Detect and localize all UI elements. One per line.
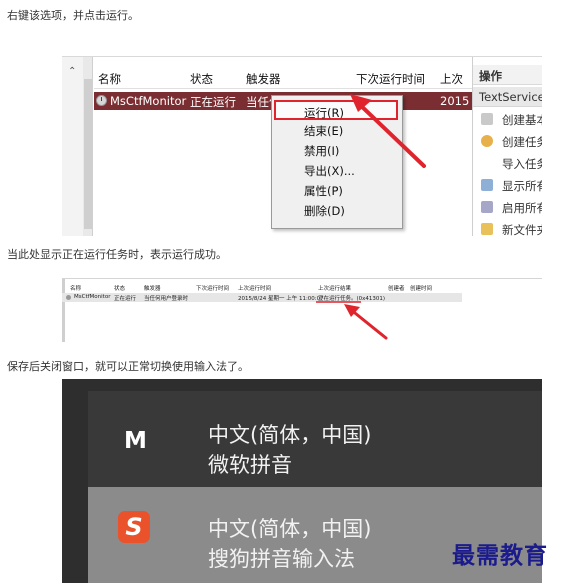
task-name: MsCtfMonitor	[74, 294, 111, 300]
col-name: 名称	[70, 286, 82, 292]
caption-step1: 右键该选项，并点击运行。	[7, 9, 139, 22]
ime-method: 微软拼音	[208, 453, 292, 477]
folder-icon	[481, 223, 493, 235]
action-import-task[interactable]: 导入任务	[473, 153, 542, 173]
menu-item-disable[interactable]: 禁用(I)	[272, 140, 402, 160]
col-creator: 创建者	[388, 286, 405, 292]
microsoft-pinyin-icon: M	[124, 428, 147, 454]
collapse-caret-icon[interactable]: ⌃	[68, 66, 76, 77]
table-row[interactable]: MsCtfMonitor 正在运行 当任何用户登录时 2015/8/24 星期一…	[62, 293, 462, 302]
ime-language: 中文(简体，中国)	[208, 517, 372, 541]
actions-panel: 操作 TextServicesF 创建基本 创建任务 导入任务 显示所有 启用所…	[472, 57, 542, 236]
create-task-icon	[481, 135, 493, 147]
action-new-folder[interactable]: 新文件夹	[473, 219, 542, 236]
actions-selected-label: TextServicesF	[479, 90, 542, 104]
task-running-screenshot: 名称 状态 触发器 下次运行时间 上次运行时间 上次运行结果 创建者 创建时间 …	[62, 278, 542, 342]
menu-item-end-label: 结束(E)	[304, 124, 344, 138]
col-trigger[interactable]: 触发器	[246, 71, 281, 87]
context-menu: 运行(R) 结束(E) 禁用(I) 导出(X)... 属性(P) 删除(D)	[271, 95, 403, 229]
col-last-result: 上次运行结果	[318, 286, 352, 292]
actions-selected-folder[interactable]: TextServicesF	[473, 87, 542, 107]
action-label: 显示所有	[502, 179, 542, 193]
actions-panel-header: 操作	[473, 65, 542, 85]
action-create-basic-task[interactable]: 创建基本	[473, 109, 542, 129]
show-all-icon	[481, 179, 493, 191]
scrollbar-thumb[interactable]	[84, 79, 92, 229]
enable-all-icon	[481, 201, 493, 213]
task-last-run: 2015	[440, 94, 470, 108]
menu-item-properties[interactable]: 属性(P)	[272, 180, 402, 200]
task-last-run: 2015/8/24 星期一 上午 11:00:07	[238, 296, 324, 302]
caption-step2: 当此处显示正在运行任务时，表示运行成功。	[7, 248, 227, 261]
ime-item-microsoft-pinyin[interactable]: M 中文(简体，中国) 微软拼音	[88, 391, 542, 487]
menu-item-run-label: 运行(R)	[304, 106, 344, 120]
col-next-run[interactable]: 下次运行时间	[356, 71, 425, 87]
action-create-task[interactable]: 创建任务	[473, 131, 542, 151]
menu-item-end[interactable]: 结束(E)	[272, 120, 402, 140]
actions-title: 操作	[479, 69, 502, 83]
task-trigger: 当任何用户登录时	[144, 296, 189, 302]
menu-item-delete[interactable]: 删除(D)	[272, 200, 402, 220]
watermark: 最需教育	[452, 542, 548, 569]
col-created: 创建时间	[410, 286, 433, 292]
menu-item-export-label: 导出(X)...	[304, 164, 355, 178]
task-name: MsCtfMonitor	[110, 94, 187, 108]
col-status[interactable]: 状态	[190, 71, 213, 87]
col-name[interactable]: 名称	[98, 71, 121, 87]
task-clock-icon	[66, 295, 71, 300]
small-table-header: 名称 状态 触发器 下次运行时间 上次运行时间 上次运行结果 创建者 创建时间	[62, 284, 542, 293]
menu-item-properties-label: 属性(P)	[304, 184, 343, 198]
menu-item-run[interactable]: 运行(R)	[274, 100, 398, 120]
task-table-header: 名称 状态 触发器 下次运行时间 上次	[94, 67, 474, 89]
sogou-icon: S	[118, 511, 150, 543]
menu-item-delete-label: 删除(D)	[304, 204, 345, 218]
create-basic-task-icon	[481, 113, 493, 125]
menu-item-export[interactable]: 导出(X)...	[272, 160, 402, 180]
col-last-run: 上次运行时间	[238, 286, 272, 292]
col-trigger: 触发器	[144, 286, 161, 292]
action-label: 创建任务	[502, 135, 542, 149]
task-status: 正在运行	[190, 95, 236, 109]
task-status: 正在运行	[114, 296, 137, 302]
task-last-result: 正在运行任务。(0x41301)	[318, 296, 386, 302]
caption-step3: 保存后关闭窗口，就可以正常切换使用输入法了。	[7, 360, 249, 373]
col-last-run[interactable]: 上次	[440, 71, 463, 87]
task-scheduler-screenshot: ⌃ 名称 状态 触发器 下次运行时间 上次 MsCtfMonitor 正在运行 …	[62, 56, 542, 236]
ime-language: 中文(简体，中国)	[208, 423, 372, 447]
col-next-run: 下次运行时间	[196, 286, 230, 292]
action-enable-all[interactable]: 启用所有	[473, 197, 542, 217]
action-label: 导入任务	[502, 157, 542, 171]
action-show-all[interactable]: 显示所有	[473, 175, 542, 195]
col-status: 状态	[114, 286, 126, 292]
action-label: 创建基本	[502, 113, 542, 127]
tree-pane: ⌃	[62, 57, 93, 236]
ime-method: 搜狗拼音输入法	[208, 547, 355, 571]
task-clock-icon	[96, 95, 107, 106]
action-label: 新文件夹	[502, 223, 542, 236]
action-label: 启用所有	[502, 201, 542, 215]
menu-item-disable-label: 禁用(I)	[304, 144, 340, 158]
